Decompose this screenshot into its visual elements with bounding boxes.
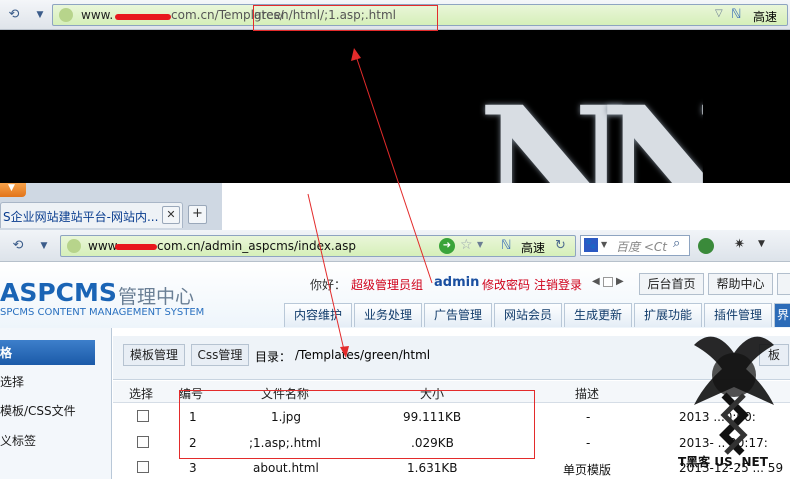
arrow-head-down-icon xyxy=(340,346,349,358)
arrow-head-up-icon xyxy=(351,48,361,61)
annotation-arrows xyxy=(307,48,433,358)
screenshot-root: ⟲ ▼ www. com.cn/Templates/ green/html/;1… xyxy=(0,0,790,479)
